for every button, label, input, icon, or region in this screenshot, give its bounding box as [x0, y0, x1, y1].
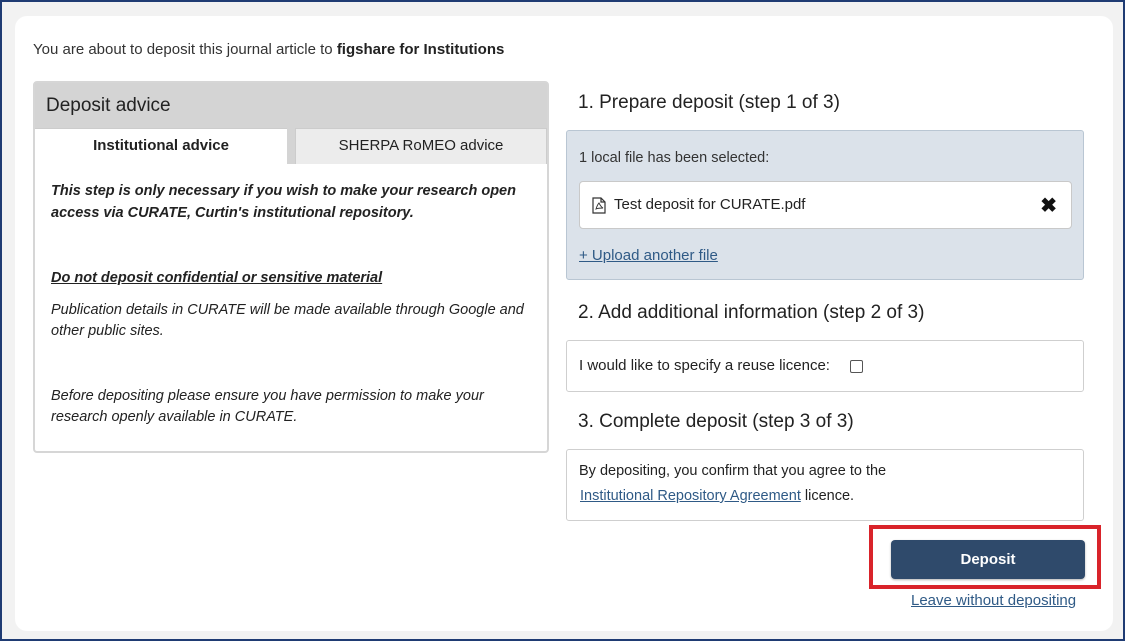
deposit-button[interactable]: Deposit — [891, 540, 1085, 579]
repository-agreement-link[interactable]: Institutional Repository Agreement — [580, 488, 801, 504]
files-selected-text: 1 local file has been selected: — [579, 150, 770, 166]
step-3-title: 3. Complete deposit (step 3 of 3) — [578, 411, 854, 432]
intro-target: figshare for Institutions — [336, 41, 505, 58]
advice-title: Deposit advice — [35, 83, 547, 128]
advice-tabs: Institutional advice SHERPA RoMEO advice — [35, 128, 547, 164]
step-1-title: 1. Prepare deposit (step 1 of 3) — [578, 92, 840, 113]
file-name: Test deposit for CURATE.pdf — [614, 196, 806, 213]
intro-text: You are about to deposit this journal ar… — [33, 41, 504, 58]
advice-publication-text: Publication details in CURATE will be ma… — [51, 301, 524, 340]
reuse-licence-box: I would like to specify a reuse licence: — [566, 340, 1084, 392]
agreement-suffix: licence. — [800, 488, 855, 504]
leave-without-depositing-link[interactable]: Leave without depositing — [911, 592, 1076, 609]
pdf-file-icon — [592, 197, 606, 214]
upload-another-file-link[interactable]: + Upload another file — [579, 247, 718, 264]
agreement-line: Institutional Repository Agreement licen… — [580, 488, 854, 504]
tab-sherpa-romeo-advice[interactable]: SHERPA RoMEO advice — [295, 128, 547, 164]
prepare-deposit-box: 1 local file has been selected: Test dep… — [566, 130, 1084, 280]
selected-file-row: Test deposit for CURATE.pdf ✖ — [579, 181, 1072, 229]
advice-body: This step is only necessary if you wish … — [51, 181, 535, 429]
advice-permission-text: Before depositing please ensure you have… — [51, 387, 484, 426]
intro-prefix: You are about to deposit this journal ar… — [33, 41, 337, 58]
deposit-advice-panel: Deposit advice Institutional advice SHER… — [33, 81, 549, 453]
tab-institutional-advice[interactable]: Institutional advice — [35, 128, 287, 164]
remove-file-icon[interactable]: ✖ — [1040, 193, 1057, 218]
deposit-card: You are about to deposit this journal ar… — [15, 16, 1113, 631]
reuse-licence-label: I would like to specify a reuse licence: — [579, 357, 830, 374]
advice-warning-text: Do not deposit confidential or sensitive… — [51, 270, 383, 286]
confirm-text: By depositing, you confirm that you agre… — [579, 463, 887, 479]
complete-deposit-box: By depositing, you confirm that you agre… — [566, 449, 1084, 521]
step-2-title: 2. Add additional information (step 2 of… — [578, 302, 925, 323]
reuse-licence-checkbox[interactable] — [850, 360, 863, 373]
advice-scope-text: This step is only necessary if you wish … — [51, 183, 516, 221]
